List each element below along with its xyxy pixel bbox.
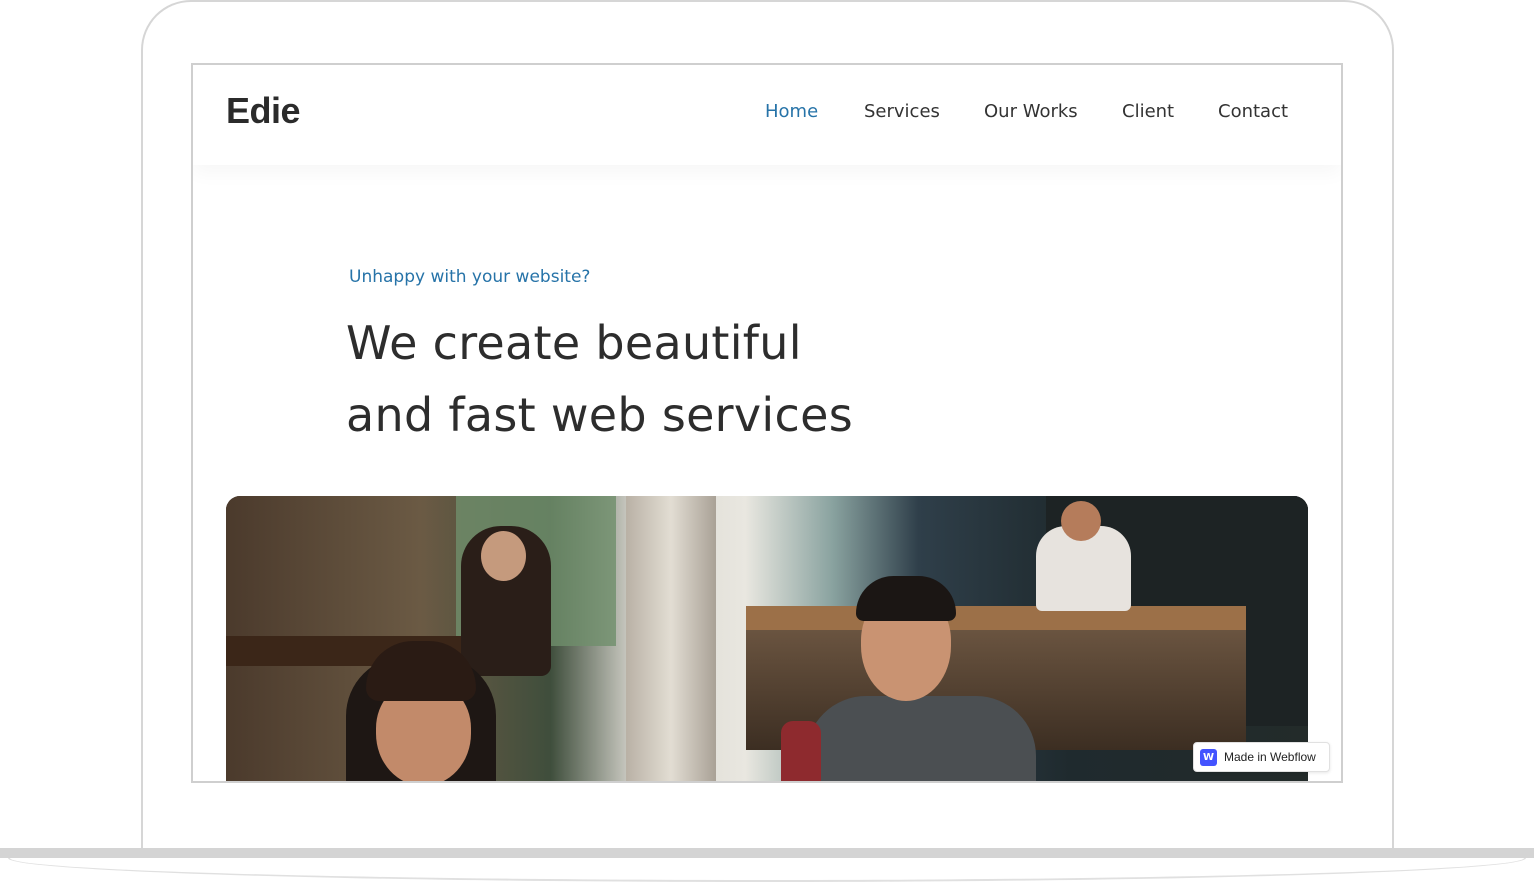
nav-link-our-works[interactable]: Our Works: [984, 101, 1078, 122]
laptop-base: [0, 848, 1534, 882]
laptop-screen: Edie Home Services Our Works Client Cont…: [191, 63, 1343, 783]
laptop-base-curve: [8, 858, 1526, 882]
hero-photo: [226, 496, 1308, 781]
hero-title-line-2: and fast web services: [346, 388, 853, 442]
hero-title: We create beautiful and fast web service…: [346, 307, 946, 451]
nav-link-contact[interactable]: Contact: [1218, 101, 1288, 122]
webflow-badge-label: Made in Webflow: [1224, 750, 1316, 764]
webflow-w-icon: W: [1200, 748, 1217, 766]
site-header: Edie Home Services Our Works Client Cont…: [193, 65, 1341, 165]
hero-title-line-1: We create beautiful: [346, 316, 802, 370]
laptop-base-bar: [0, 848, 1534, 858]
nav-link-client[interactable]: Client: [1122, 101, 1174, 122]
made-in-webflow-badge[interactable]: W Made in Webflow: [1193, 742, 1330, 772]
main-nav: Home Services Our Works Client Contact: [193, 101, 1341, 127]
nav-link-home[interactable]: Home: [765, 101, 818, 122]
nav-link-services[interactable]: Services: [864, 101, 940, 122]
hero-eyebrow: Unhappy with your website?: [349, 267, 591, 287]
